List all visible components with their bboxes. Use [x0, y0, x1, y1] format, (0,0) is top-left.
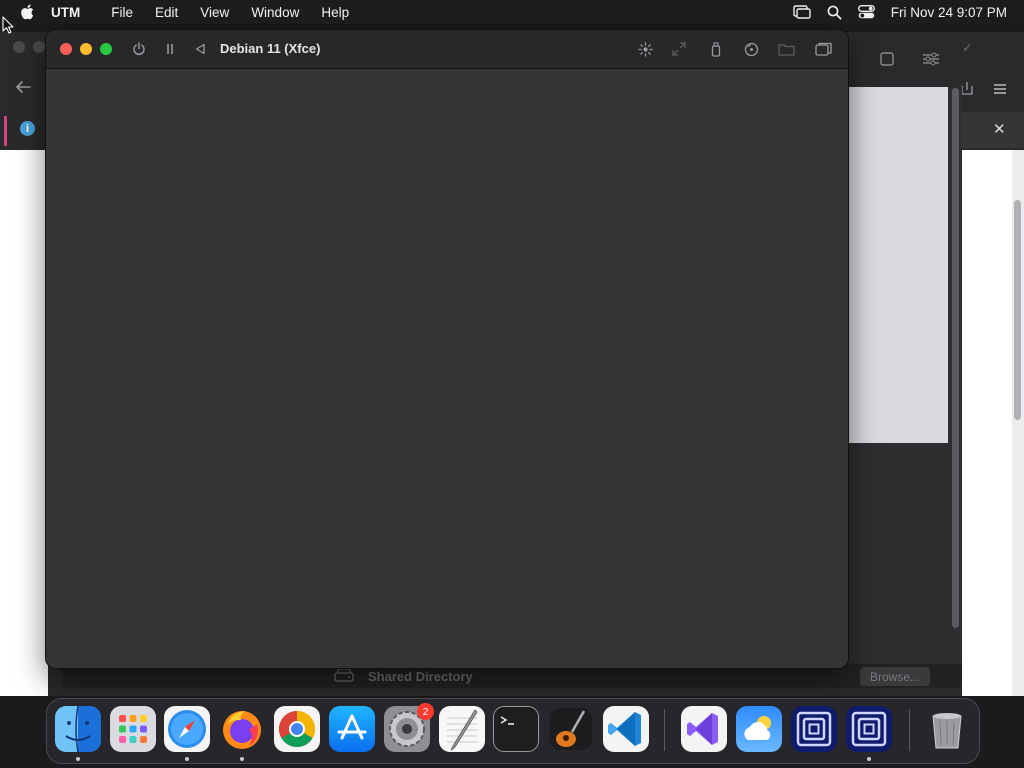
dock-launchpad-icon[interactable]	[110, 706, 156, 752]
dock-weather-icon[interactable]	[736, 706, 782, 752]
menu-window[interactable]: Window	[251, 5, 299, 20]
dock-terminal-icon[interactable]	[493, 706, 539, 752]
square-icon[interactable]	[880, 52, 894, 71]
drive-icon	[334, 668, 354, 685]
vm-titlebar: Debian 11 (Xfce)	[46, 30, 848, 69]
menu-clock[interactable]: Fri Nov 24 9:07 PM	[891, 5, 1007, 20]
sidebar-accent	[4, 116, 7, 146]
menu-help[interactable]: Help	[321, 5, 349, 20]
preview-panel-lower	[848, 443, 948, 663]
minimize-window-button[interactable]	[80, 43, 92, 55]
menu-lines-icon[interactable]	[993, 82, 1007, 100]
menu-bar: UTM File Edit View Window Help Fri Nov 2…	[0, 0, 1024, 24]
content-left-area	[0, 150, 48, 696]
maximize-window-button[interactable]	[100, 43, 112, 55]
dock-visual-studio-icon[interactable]	[681, 706, 727, 752]
dock-separator	[664, 709, 665, 751]
dock-firefox-icon[interactable]	[219, 706, 265, 752]
scrollbar-thumb[interactable]	[952, 88, 959, 628]
share-icon[interactable]	[961, 81, 973, 100]
resize-icon[interactable]	[670, 41, 688, 57]
back-arrow-icon[interactable]	[14, 80, 34, 98]
sliders-icon[interactable]	[922, 52, 940, 71]
control-center-icon[interactable]	[857, 5, 875, 19]
dock-garageband-icon[interactable]	[548, 706, 594, 752]
dock-separator	[909, 709, 910, 751]
browse-button[interactable]: Browse...	[860, 667, 930, 686]
screen-mirroring-icon[interactable]	[793, 5, 811, 19]
dock-textedit-icon[interactable]	[439, 706, 485, 752]
menu-edit[interactable]: Edit	[155, 5, 178, 20]
dock-running-indicator	[240, 757, 244, 761]
apple-menu-icon[interactable]	[17, 2, 37, 22]
menu-file[interactable]: File	[111, 5, 133, 20]
menu-app-name[interactable]: UTM	[51, 5, 80, 20]
background-traffic-lights	[13, 41, 45, 53]
pause-icon[interactable]	[162, 41, 178, 57]
close-window-button[interactable]	[60, 43, 72, 55]
right-scrollbar-thumb[interactable]	[1014, 200, 1021, 420]
spotlight-search-icon[interactable]	[827, 5, 842, 20]
check-icon: ✓	[962, 40, 973, 55]
power-icon[interactable]	[131, 41, 147, 57]
mouse-cursor-icon	[2, 16, 14, 39]
shared-directory-row: Shared Directory	[334, 668, 473, 685]
restart-icon[interactable]	[192, 41, 208, 57]
drive-icon[interactable]	[742, 41, 760, 57]
vm-window-title: Debian 11 (Xfce)	[220, 41, 321, 56]
vm-display[interactable]	[46, 69, 848, 668]
dock-app-store-icon[interactable]	[329, 706, 375, 752]
dock-running-indicator	[185, 757, 189, 761]
dock-utm-running-icon[interactable]	[846, 706, 892, 752]
dock-safari-icon[interactable]	[164, 706, 210, 752]
traffic-lights	[60, 43, 112, 55]
shared-folder-icon[interactable]	[777, 41, 795, 57]
info-icon: i	[20, 121, 35, 136]
usb-icon[interactable]	[707, 41, 725, 57]
shared-directory-label: Shared Directory	[368, 669, 473, 684]
dock-vscode-icon[interactable]	[603, 706, 649, 752]
dock-utm-icon[interactable]	[791, 706, 837, 752]
display-brightness-icon[interactable]	[636, 41, 654, 57]
dock-finder-icon[interactable]	[55, 705, 101, 753]
content-right-area	[962, 150, 1012, 696]
windows-icon[interactable]	[814, 41, 832, 57]
menu-view[interactable]: View	[200, 5, 229, 20]
dock-running-indicator	[76, 757, 80, 761]
dock-system-settings-icon[interactable]: 2	[384, 703, 434, 752]
vm-window: Debian 11 (Xfce)	[46, 30, 848, 668]
close-banner-icon[interactable]: ✕	[993, 120, 1006, 138]
dock-chrome-icon[interactable]	[274, 706, 320, 752]
dock-running-indicator	[867, 757, 871, 761]
dock: 2	[46, 698, 980, 764]
notification-badge: 2	[417, 703, 434, 720]
background-toolbar	[848, 32, 962, 87]
dock-trash-icon[interactable]	[924, 706, 970, 752]
preview-panel	[848, 87, 948, 443]
